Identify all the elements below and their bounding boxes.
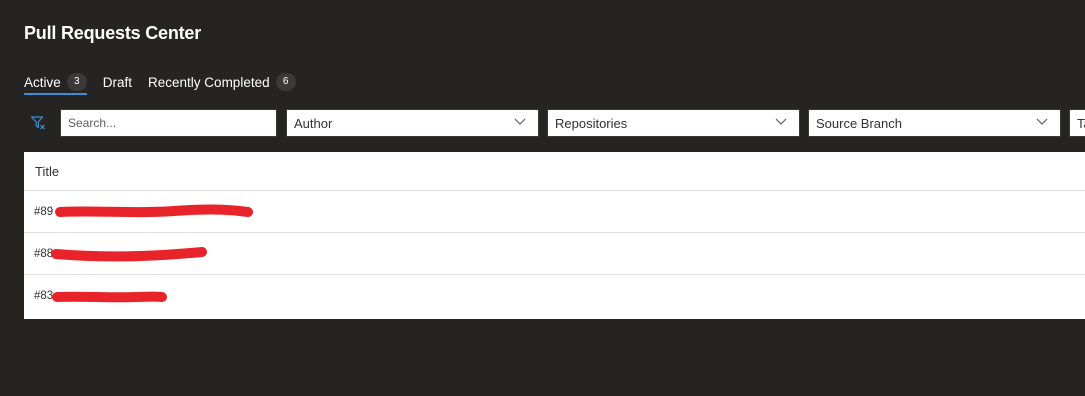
dropdown-label: Source Branch (816, 115, 902, 131)
tab-bar: Active 3 Draft Recently Completed 6 (24, 70, 312, 95)
tab-draft[interactable]: Draft (103, 70, 132, 94)
dropdown-label: Ta (1077, 115, 1085, 131)
source-branch-dropdown[interactable]: Source Branch (808, 109, 1061, 137)
tab-active[interactable]: Active 3 (24, 70, 87, 95)
tab-recently-completed[interactable]: Recently Completed 6 (148, 70, 296, 94)
chevron-down-icon (514, 118, 526, 125)
repositories-dropdown[interactable]: Repositories (547, 109, 800, 137)
pull-requests-page: Pull Requests Center Active 3 Draft Rece… (0, 0, 1085, 396)
tab-label: Active (24, 74, 61, 90)
pull-requests-table: Title #89 #88 #83 (24, 152, 1085, 319)
table-row[interactable]: #88 (24, 233, 1085, 275)
table-row[interactable]: #83 (24, 275, 1085, 317)
tab-label: Draft (102, 74, 133, 90)
dropdown-label: Repositories (555, 115, 628, 131)
chevron-down-icon (775, 118, 787, 125)
filter-icon[interactable] (30, 115, 46, 131)
pr-id: #88 (34, 247, 54, 260)
filter-bar: Author Repositories Source Branch Ta (24, 109, 1085, 137)
pr-id: #89 (34, 205, 54, 218)
chevron-down-icon (1036, 118, 1048, 125)
target-branch-dropdown[interactable]: Ta (1069, 109, 1085, 137)
author-dropdown[interactable]: Author (286, 109, 539, 137)
search-input[interactable] (60, 109, 277, 137)
dropdown-label: Author (294, 115, 333, 131)
tab-label: Recently Completed (148, 74, 270, 90)
page-title: Pull Requests Center (24, 23, 202, 43)
tab-count-badge: 3 (66, 73, 87, 91)
redaction-mark (52, 291, 167, 303)
column-header-title: Title (35, 163, 60, 179)
redaction-mark (51, 247, 207, 262)
redaction-mark (55, 204, 253, 218)
pr-id: #83 (34, 290, 54, 302)
tab-count-badge: 6 (275, 73, 296, 91)
table-header: Title (24, 152, 1085, 191)
table-row[interactable]: #89 (24, 191, 1085, 233)
